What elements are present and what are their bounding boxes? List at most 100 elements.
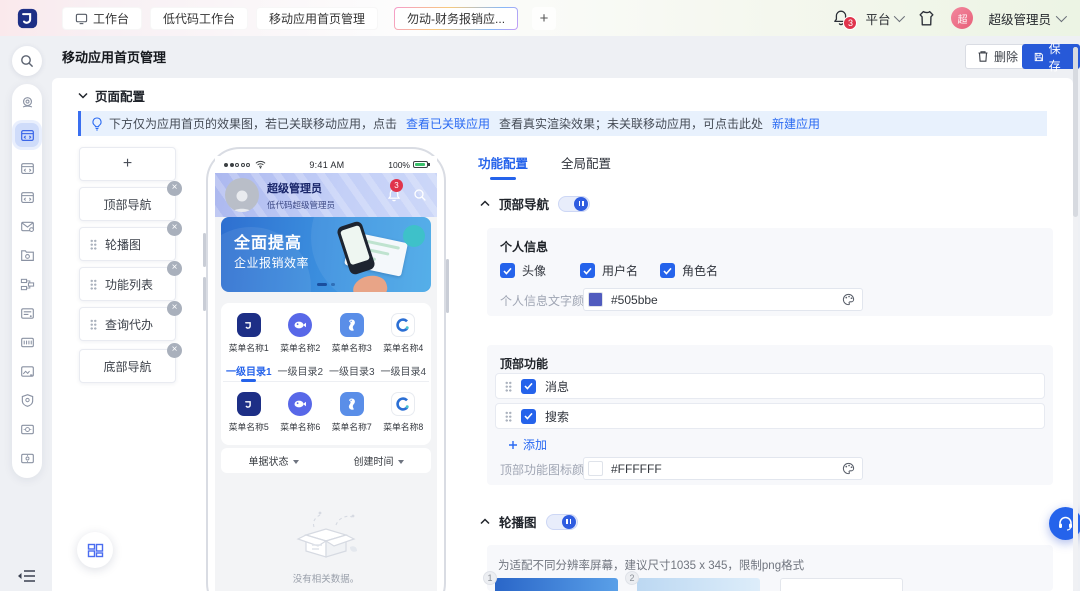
platform-label: 平台	[865, 12, 891, 27]
color-swatch[interactable]	[588, 292, 603, 307]
tab-workbench[interactable]: 工作台	[62, 6, 143, 30]
phone-carousel-banner[interactable]: 全面提高 企业报销效率	[221, 217, 431, 292]
add-component-button[interactable]: +	[79, 147, 176, 181]
phone-search-icon[interactable]	[413, 188, 427, 202]
menu-item-7[interactable]: 菜单名称7	[326, 392, 378, 433]
filter-bill-status[interactable]: 单据状态	[249, 453, 299, 468]
rail-item-page-code[interactable]	[19, 160, 35, 176]
drag-handle-icon[interactable]	[90, 278, 97, 290]
carousel-toggle[interactable]	[545, 513, 578, 530]
section-carousel[interactable]: 轮播图	[480, 512, 578, 531]
remove-component-icon[interactable]: ×	[167, 261, 182, 276]
tab-label: 勿动-财务报销应...	[407, 11, 506, 26]
personal-color-input[interactable]: #505bbe	[583, 288, 863, 311]
drag-handle-icon[interactable]	[90, 238, 97, 250]
checkbox-rolename[interactable]: 角色名	[660, 262, 718, 279]
carousel-thumb-2[interactable]	[637, 578, 760, 591]
app-logo-icon	[17, 8, 38, 28]
drag-handle-icon[interactable]	[505, 380, 512, 392]
collapse-sidebar-icon[interactable]	[17, 568, 37, 584]
rail-item-image-report[interactable]	[19, 363, 35, 379]
checkbox-avatar[interactable]: 头像	[500, 262, 546, 279]
remove-component-icon[interactable]: ×	[167, 301, 182, 316]
filter-create-time[interactable]: 创建时间	[354, 453, 404, 468]
rail-item-form[interactable]	[19, 305, 35, 321]
component-query-todo[interactable]: 查询代办 ×	[79, 301, 182, 341]
carousel-thumb-1[interactable]	[495, 578, 618, 591]
delete-button[interactable]: 删除	[965, 44, 1031, 69]
rail-item-keypad[interactable]	[19, 334, 35, 350]
rail-item-workflow[interactable]	[19, 276, 35, 292]
component-carousel[interactable]: 轮播图 ×	[79, 221, 182, 261]
checkbox-checked-icon[interactable]	[521, 378, 536, 394]
user-name: 超级管理员	[988, 12, 1051, 27]
rail-item-assistant[interactable]	[19, 94, 35, 110]
rail-item-monitor[interactable]	[19, 421, 35, 437]
tab-function-config[interactable]: 功能配置	[478, 153, 528, 180]
function-row-message[interactable]: 消息	[495, 373, 1045, 399]
create-app-link[interactable]: 新建应用	[772, 115, 820, 132]
category-tab-3[interactable]: 一级目录3	[326, 363, 378, 378]
component-function-list[interactable]: 功能列表 ×	[79, 261, 182, 301]
remove-component-icon[interactable]: ×	[167, 343, 182, 358]
layout-grid-button[interactable]	[77, 532, 113, 568]
color-picker-icon[interactable]	[842, 462, 855, 475]
checkbox-checked-icon[interactable]	[500, 263, 515, 278]
checkbox-username[interactable]: 用户名	[580, 262, 638, 279]
menu-item-2[interactable]: 菜单名称2	[275, 313, 327, 354]
menu-item-5[interactable]: 菜单名称5	[223, 392, 275, 433]
status-battery-pct: 100%	[388, 159, 410, 170]
tab-finance-app-active[interactable]: 勿动-财务报销应...	[394, 7, 518, 30]
user-menu[interactable]: 超级管理员	[988, 9, 1068, 28]
new-tab-button[interactable]: +	[532, 6, 557, 30]
rail-item-page-designer-active[interactable]	[15, 123, 39, 147]
menu-item-1[interactable]: 菜单名称1	[223, 313, 275, 354]
carousel-thumb-empty[interactable]	[780, 578, 903, 591]
checkbox-checked-icon[interactable]	[660, 263, 675, 278]
chevron-down-icon	[78, 92, 88, 99]
theme-clothes-icon[interactable]	[917, 9, 936, 28]
add-function-link[interactable]: 添加	[508, 436, 547, 453]
menu-item-8[interactable]: 菜单名称8	[378, 392, 430, 433]
rail-item-mail-settings[interactable]	[19, 218, 35, 234]
tab-mobile-home-mgmt[interactable]: 移动应用首页管理	[256, 6, 379, 30]
category-tab-4[interactable]: 一级目录4	[378, 363, 430, 378]
color-swatch[interactable]	[588, 461, 603, 476]
function-row-search[interactable]: 搜索	[495, 403, 1045, 429]
rail-search-button[interactable]	[12, 46, 42, 76]
tab-lowcode-workbench[interactable]: 低代码工作台	[150, 6, 249, 30]
save-button[interactable]: 保存	[1022, 42, 1080, 73]
chevron-up-icon	[480, 518, 490, 525]
component-bottom-nav[interactable]: 底部导航 ×	[79, 343, 182, 383]
user-avatar[interactable]: 超	[951, 7, 974, 29]
notifications-button[interactable]: 3	[832, 9, 858, 30]
drag-handle-icon[interactable]	[90, 318, 97, 330]
platform-menu[interactable]: 平台	[865, 9, 906, 28]
top-function-color-input[interactable]: #FFFFFF	[583, 457, 863, 480]
checkbox-checked-icon[interactable]	[521, 408, 536, 424]
tab-global-config[interactable]: 全局配置	[561, 153, 611, 180]
remove-component-icon[interactable]: ×	[167, 181, 182, 196]
menu-item-4[interactable]: 菜单名称4	[378, 313, 430, 354]
view-linked-app-link[interactable]: 查看已关联应用	[406, 115, 490, 132]
category-tab-2[interactable]: 一级目录2	[275, 363, 327, 378]
component-label: 顶部导航	[103, 197, 152, 212]
menu-item-6[interactable]: 菜单名称6	[275, 392, 327, 433]
menu-item-3[interactable]: 菜单名称3	[326, 313, 378, 354]
page-scrollbar[interactable]	[1073, 47, 1078, 591]
remove-component-icon[interactable]: ×	[167, 221, 182, 236]
rail-item-folder-settings[interactable]	[19, 247, 35, 263]
section-top-nav[interactable]: 顶部导航	[480, 194, 591, 213]
top-nav-toggle[interactable]	[558, 195, 591, 212]
save-icon	[1034, 52, 1043, 61]
checkbox-checked-icon[interactable]	[580, 263, 595, 278]
category-tab-1[interactable]: 一级目录1	[223, 363, 275, 378]
rail-item-security[interactable]	[19, 392, 35, 408]
banner-title: 全面提高	[234, 235, 303, 252]
rail-item-page-code-2[interactable]	[19, 189, 35, 205]
rail-item-card-settings[interactable]	[19, 450, 35, 466]
component-top-nav[interactable]: 顶部导航 ×	[79, 181, 182, 221]
color-picker-icon[interactable]	[842, 293, 855, 306]
drag-handle-icon[interactable]	[505, 410, 512, 422]
section-page-config[interactable]: 页面配置	[78, 86, 145, 105]
